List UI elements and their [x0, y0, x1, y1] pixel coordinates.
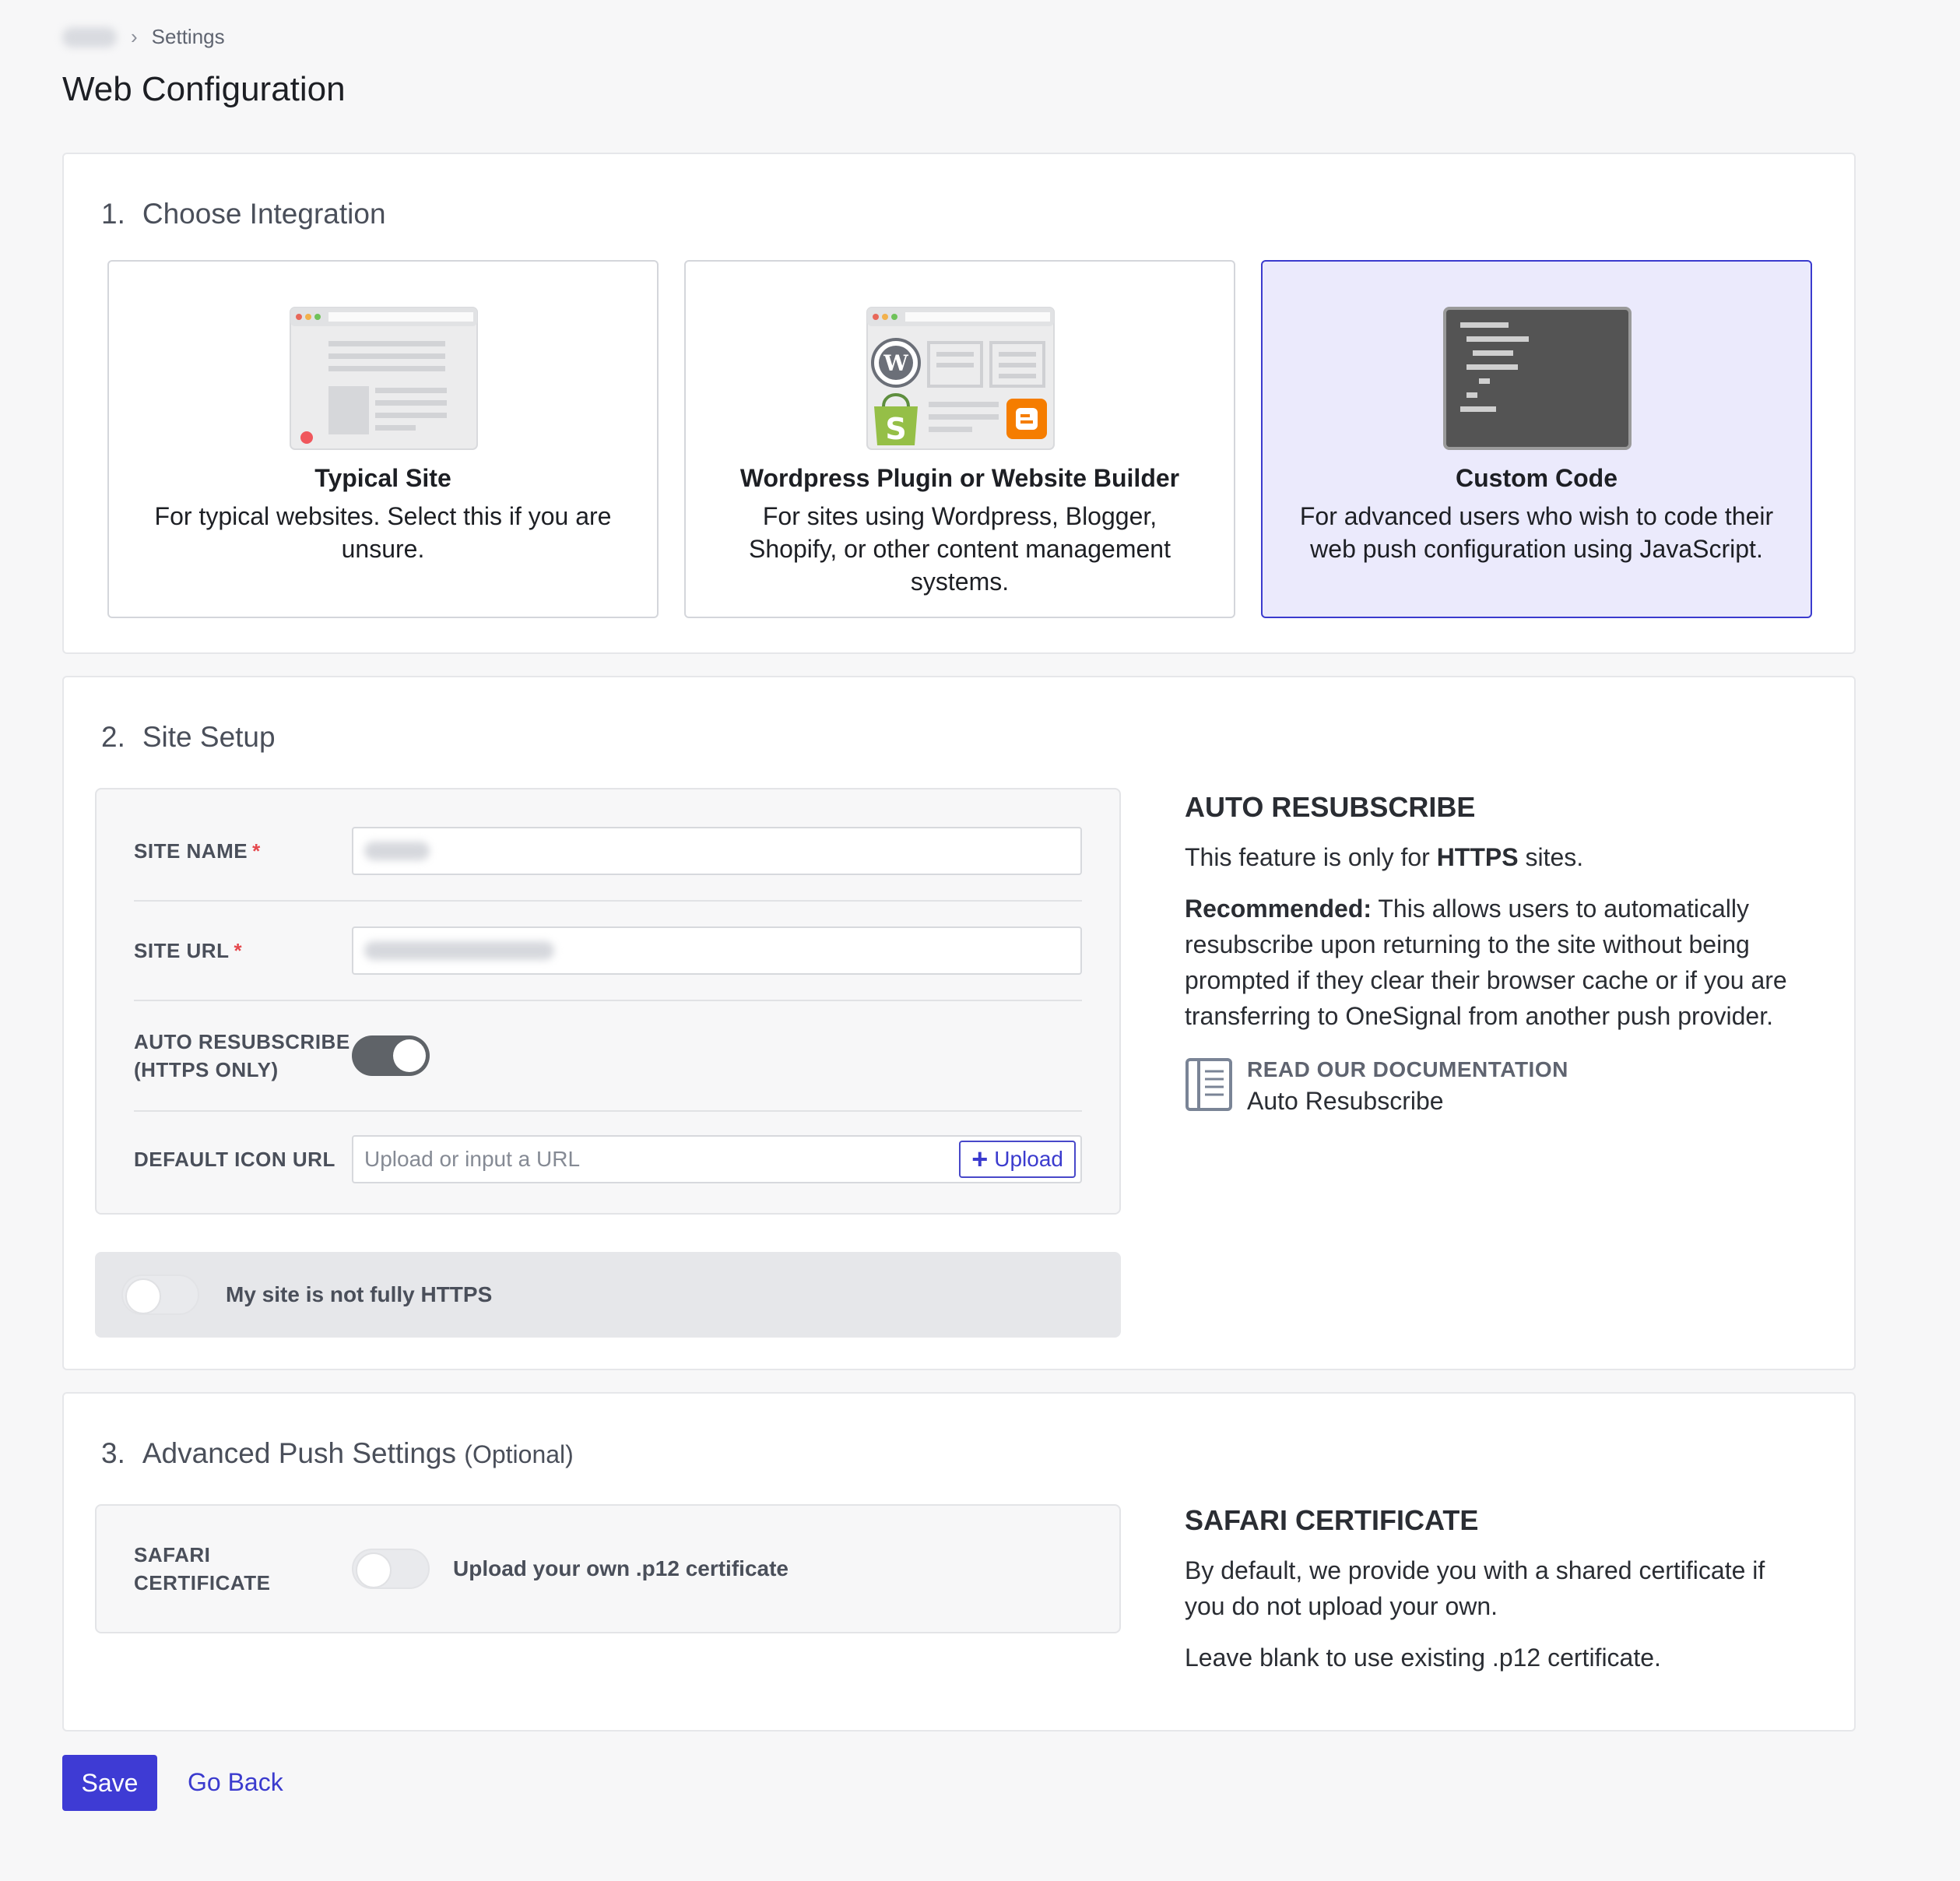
https-only-note: This feature is only for HTTPS sites. — [1185, 843, 1584, 871]
safari-certificate-panel: SAFARI CERTIFICATE Upload your own .p12 … — [95, 1504, 1121, 1633]
divider — [134, 1110, 1082, 1112]
site-name-value — [364, 842, 430, 860]
required-mark: * — [252, 839, 261, 863]
toggle-knob — [393, 1039, 426, 1072]
page: › Settings Web Configuration 1. Choose In… — [0, 0, 1960, 1881]
site-setup-form: SITE NAME * SITE URL * AUTO RESUBSCRIBE (HT… — [95, 788, 1121, 1215]
safari-certificate-help: SAFARI CERTIFICATE By default, we provid… — [1185, 1504, 1800, 1691]
not-fully-https-label: My site is not fully HTTPS — [226, 1282, 493, 1306]
book-icon — [1185, 1058, 1232, 1111]
help-title: SAFARI CERTIFICATE — [1185, 1504, 1479, 1536]
integration-option-title: Custom Code — [1456, 464, 1618, 492]
auto-resubscribe-row: AUTO RESUBSCRIBE (HTTPS ONLY) — [134, 1026, 1082, 1085]
section-title: 1. Choose Integration — [101, 198, 386, 230]
page-title: Web Configuration — [62, 70, 346, 108]
safari-help-paragraph: Leave blank to use existing .p12 certifi… — [1185, 1644, 1661, 1672]
divider — [134, 1000, 1082, 1001]
advanced-push-settings-card: 3. Advanced Push Settings (Optional) SAFA… — [62, 1392, 1856, 1732]
site-url-input[interactable] — [352, 926, 1082, 975]
auto-resubscribe-label: AUTO RESUBSCRIBE (HTTPS ONLY) — [134, 1030, 350, 1081]
svg-text:W: W — [883, 350, 908, 376]
svg-text:S: S — [885, 412, 906, 446]
upload-button[interactable]: + Upload — [959, 1141, 1076, 1178]
choose-integration-card: 1. Choose Integration Typical Site For t… — [62, 153, 1856, 654]
integration-option-custom-code[interactable]: Custom Code For advanced users who wish … — [1261, 260, 1812, 618]
breadcrumb-app-name[interactable] — [62, 26, 117, 47]
doc-link-text[interactable]: Auto Resubscribe — [1247, 1087, 1568, 1116]
site-url-label: SITE URL * — [134, 939, 243, 962]
section-title: 3. Advanced Push Settings (Optional) — [101, 1437, 574, 1469]
safari-certificate-toggle-label: Upload your own .p12 certificate — [453, 1556, 789, 1580]
integration-option-wordpress[interactable]: W S Wordpress Plugin or Website Builder … — [684, 260, 1235, 618]
site-setup-card: 2. Site Setup SITE NAME * SITE URL * AUTO R… — [62, 676, 1856, 1370]
integration-option-title: Wordpress Plugin or Website Builder — [739, 464, 1180, 492]
documentation-link[interactable]: READ OUR DOCUMENTATION Auto Resubscribe — [1185, 1057, 1800, 1116]
default-icon-label: DEFAULT ICON URL — [134, 1148, 335, 1171]
breadcrumb-current: Settings — [151, 25, 225, 48]
integration-option-description: For advanced users who wish to code thei… — [1299, 502, 1774, 563]
breadcrumb: › Settings — [62, 25, 225, 49]
auto-resubscribe-toggle[interactable] — [352, 1035, 430, 1076]
safari-certificate-toggle[interactable] — [352, 1549, 430, 1589]
site-name-row: SITE NAME * — [134, 827, 1082, 875]
auto-resubscribe-help: AUTO RESUBSCRIBE This feature is only fo… — [1185, 791, 1800, 1116]
not-fully-https-bar: My site is not fully HTTPS — [95, 1252, 1121, 1338]
toggle-knob — [125, 1278, 161, 1314]
not-fully-https-toggle[interactable] — [121, 1275, 199, 1315]
recommended-note: Recommended: This allows users to automa… — [1185, 895, 1787, 1030]
site-name-input[interactable] — [352, 827, 1082, 875]
breadcrumb-separator: › — [131, 25, 138, 48]
cms-illustration-icon: W S — [866, 307, 1055, 450]
toggle-knob — [356, 1552, 392, 1588]
default-icon-row: DEFAULT ICON URL Upload or input a URL +… — [134, 1135, 1082, 1183]
integration-option-description: For typical websites. Select this if you… — [154, 502, 612, 563]
section-title: 2. Site Setup — [101, 721, 276, 753]
required-mark: * — [234, 939, 243, 962]
go-back-link[interactable]: Go Back — [188, 1768, 283, 1797]
save-button[interactable]: Save — [62, 1755, 157, 1811]
doc-eyebrow: READ OUR DOCUMENTATION — [1247, 1057, 1568, 1081]
code-editor-illustration-icon — [1443, 307, 1632, 450]
default-icon-url-placeholder: Upload or input a URL — [364, 1147, 581, 1171]
site-name-label: SITE NAME * — [134, 839, 261, 863]
integration-option-title: Typical Site — [314, 464, 451, 492]
safari-certificate-label: SAFARI CERTIFICATE — [134, 1543, 271, 1594]
default-icon-url-input[interactable]: Upload or input a URL + Upload — [352, 1135, 1082, 1183]
divider — [134, 900, 1082, 902]
safari-help-paragraph: By default, we provide you with a shared… — [1185, 1556, 1765, 1620]
site-url-value — [364, 941, 554, 960]
integration-option-typical-site[interactable]: Typical Site For typical websites. Selec… — [107, 260, 659, 618]
safari-certificate-row: SAFARI CERTIFICATE Upload your own .p12 … — [134, 1543, 1082, 1594]
integration-option-description: For sites using Wordpress, Blogger, Shop… — [749, 502, 1171, 596]
optional-tag: (Optional) — [464, 1440, 574, 1468]
plus-icon: + — [971, 1143, 989, 1175]
help-title: AUTO RESUBSCRIBE — [1185, 791, 1476, 823]
typical-site-illustration-icon — [290, 307, 478, 450]
site-url-row: SITE URL * — [134, 926, 1082, 975]
